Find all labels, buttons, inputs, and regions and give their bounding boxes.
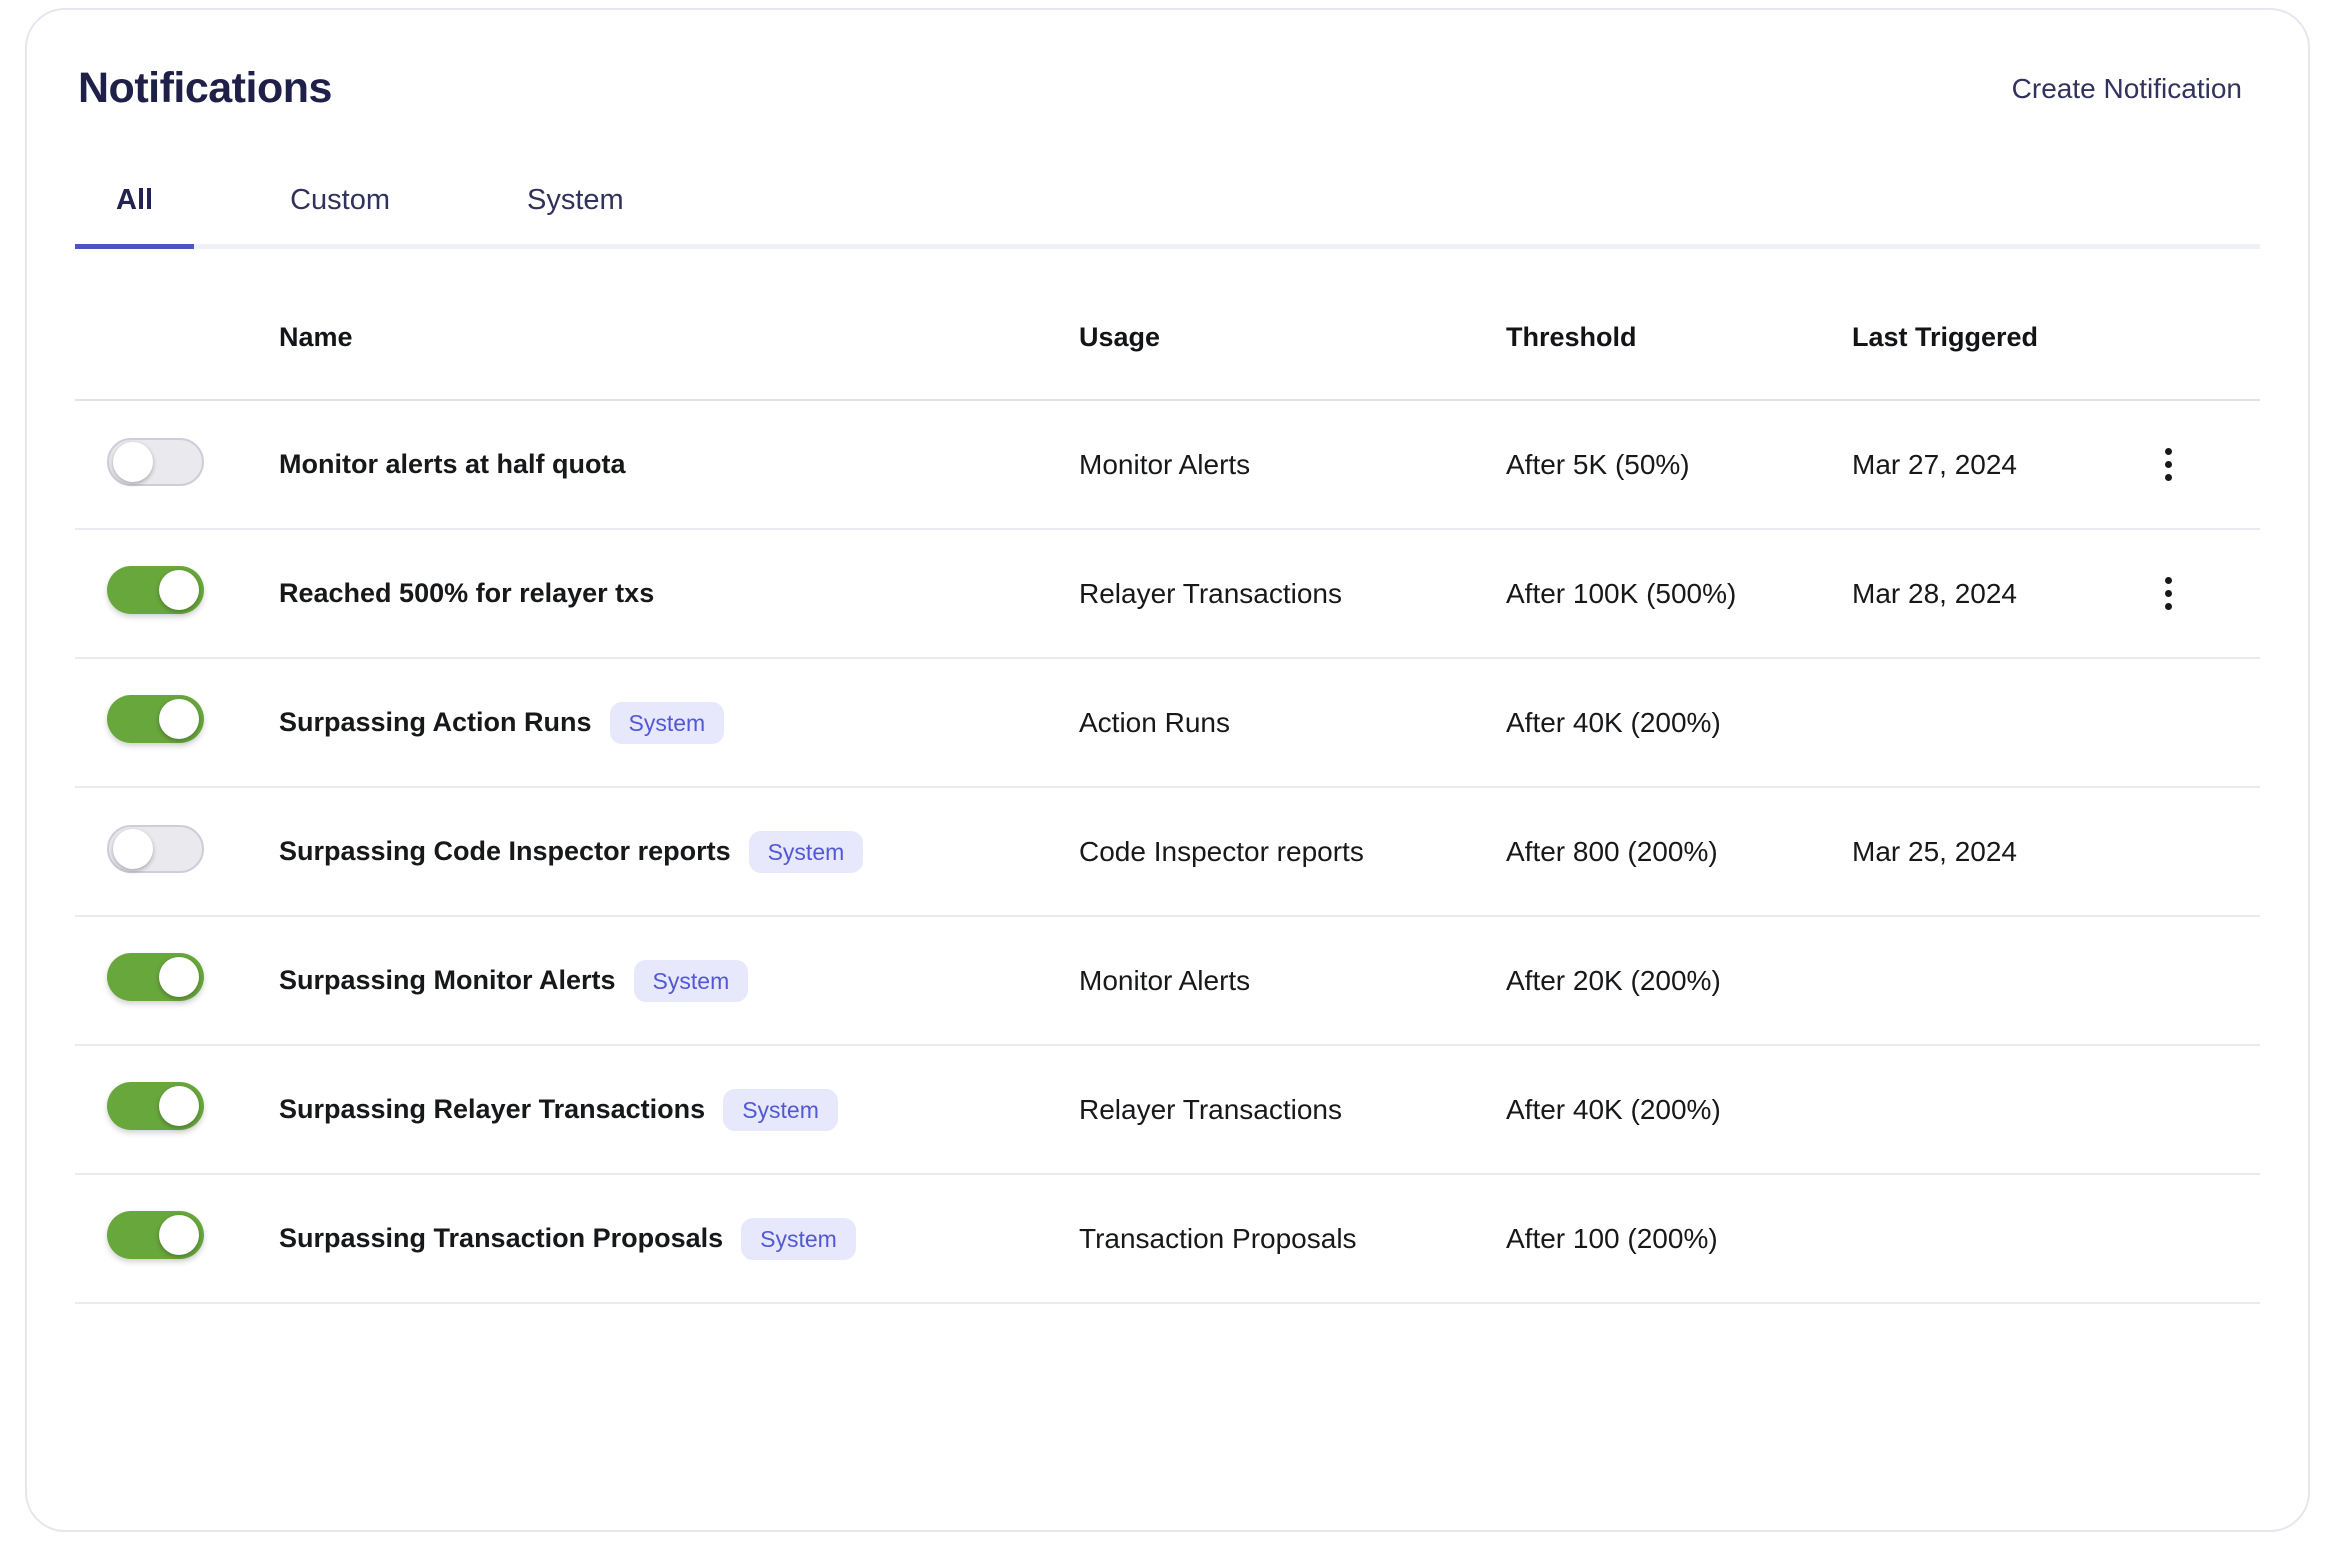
threshold-cell: After 40K (200%) bbox=[1506, 1094, 1852, 1126]
last-triggered-cell: Mar 27, 2024 bbox=[1852, 449, 2122, 481]
notification-toggle[interactable] bbox=[107, 953, 204, 1001]
last-triggered-cell: Mar 28, 2024 bbox=[1852, 578, 2122, 610]
notification-name: Surpassing Monitor Alerts bbox=[279, 965, 616, 996]
usage-cell: Transaction Proposals bbox=[1079, 1223, 1506, 1255]
usage-cell: Relayer Transactions bbox=[1079, 1094, 1506, 1126]
notification-name: Surpassing Transaction Proposals bbox=[279, 1223, 723, 1254]
column-header-threshold: Threshold bbox=[1506, 321, 1852, 353]
table-header: Name Usage Threshold Last Triggered bbox=[75, 249, 2260, 401]
system-badge: System bbox=[741, 1218, 856, 1260]
system-badge: System bbox=[634, 960, 749, 1002]
page-title: Notifications bbox=[78, 64, 332, 113]
threshold-cell: After 800 (200%) bbox=[1506, 836, 1852, 868]
threshold-cell: After 20K (200%) bbox=[1506, 965, 1852, 997]
system-badge: System bbox=[749, 831, 864, 873]
toggle-knob bbox=[159, 1215, 199, 1255]
column-header-name: Name bbox=[279, 321, 1079, 353]
table-row: Reached 500% for relayer txs Relayer Tra… bbox=[75, 530, 2260, 659]
toggle-knob bbox=[159, 1086, 199, 1126]
toggle-knob bbox=[159, 570, 199, 610]
notification-toggle[interactable] bbox=[107, 1211, 204, 1259]
threshold-cell: After 100K (500%) bbox=[1506, 578, 1852, 610]
table-body: Monitor alerts at half quota Monitor Ale… bbox=[75, 401, 2260, 1304]
toggle-knob bbox=[159, 699, 199, 739]
column-header-last-triggered: Last Triggered bbox=[1852, 321, 2122, 353]
tab-bar: All Custom System bbox=[75, 183, 2260, 249]
notification-toggle[interactable] bbox=[107, 1082, 204, 1130]
last-triggered-cell: Mar 25, 2024 bbox=[1852, 836, 2122, 868]
kebab-icon bbox=[2165, 577, 2172, 584]
table-row: Surpassing Monitor Alerts System Monitor… bbox=[75, 917, 2260, 1046]
table-row: Surpassing Relayer Transactions System R… bbox=[75, 1046, 2260, 1175]
notification-toggle[interactable] bbox=[107, 695, 204, 743]
table-row: Surpassing Code Inspector reports System… bbox=[75, 788, 2260, 917]
notification-toggle[interactable] bbox=[107, 438, 204, 486]
notification-name: Surpassing Relayer Transactions bbox=[279, 1094, 705, 1125]
table-row: Surpassing Action Runs System Action Run… bbox=[75, 659, 2260, 788]
table-row: Surpassing Transaction Proposals System … bbox=[75, 1175, 2260, 1304]
toggle-knob bbox=[113, 829, 153, 869]
toggle-knob bbox=[113, 442, 153, 482]
row-menu-button[interactable] bbox=[2144, 570, 2192, 618]
threshold-cell: After 5K (50%) bbox=[1506, 449, 1852, 481]
tab-system[interactable]: System bbox=[486, 183, 665, 244]
usage-cell: Relayer Transactions bbox=[1079, 578, 1506, 610]
notification-name: Surpassing Code Inspector reports bbox=[279, 836, 731, 867]
system-badge: System bbox=[610, 702, 725, 744]
row-menu-button[interactable] bbox=[2144, 441, 2192, 489]
usage-cell: Monitor Alerts bbox=[1079, 449, 1506, 481]
create-notification-button[interactable]: Create Notification bbox=[2012, 73, 2242, 105]
notification-name: Monitor alerts at half quota bbox=[279, 449, 626, 480]
notification-toggle[interactable] bbox=[107, 566, 204, 614]
system-badge: System bbox=[723, 1089, 838, 1131]
usage-cell: Monitor Alerts bbox=[1079, 965, 1506, 997]
page-header: Notifications Create Notification bbox=[75, 10, 2260, 113]
notifications-card: Notifications Create Notification All Cu… bbox=[25, 8, 2310, 1532]
toggle-knob bbox=[159, 957, 199, 997]
kebab-icon bbox=[2165, 448, 2172, 455]
usage-cell: Action Runs bbox=[1079, 707, 1506, 739]
threshold-cell: After 40K (200%) bbox=[1506, 707, 1852, 739]
threshold-cell: After 100 (200%) bbox=[1506, 1223, 1852, 1255]
notification-name: Reached 500% for relayer txs bbox=[279, 578, 654, 609]
table-row: Monitor alerts at half quota Monitor Ale… bbox=[75, 401, 2260, 530]
tab-all[interactable]: All bbox=[75, 183, 194, 244]
notification-name: Surpassing Action Runs bbox=[279, 707, 592, 738]
notification-toggle[interactable] bbox=[107, 825, 204, 873]
usage-cell: Code Inspector reports bbox=[1079, 836, 1506, 868]
tab-custom[interactable]: Custom bbox=[249, 183, 431, 244]
column-header-usage: Usage bbox=[1079, 321, 1506, 353]
